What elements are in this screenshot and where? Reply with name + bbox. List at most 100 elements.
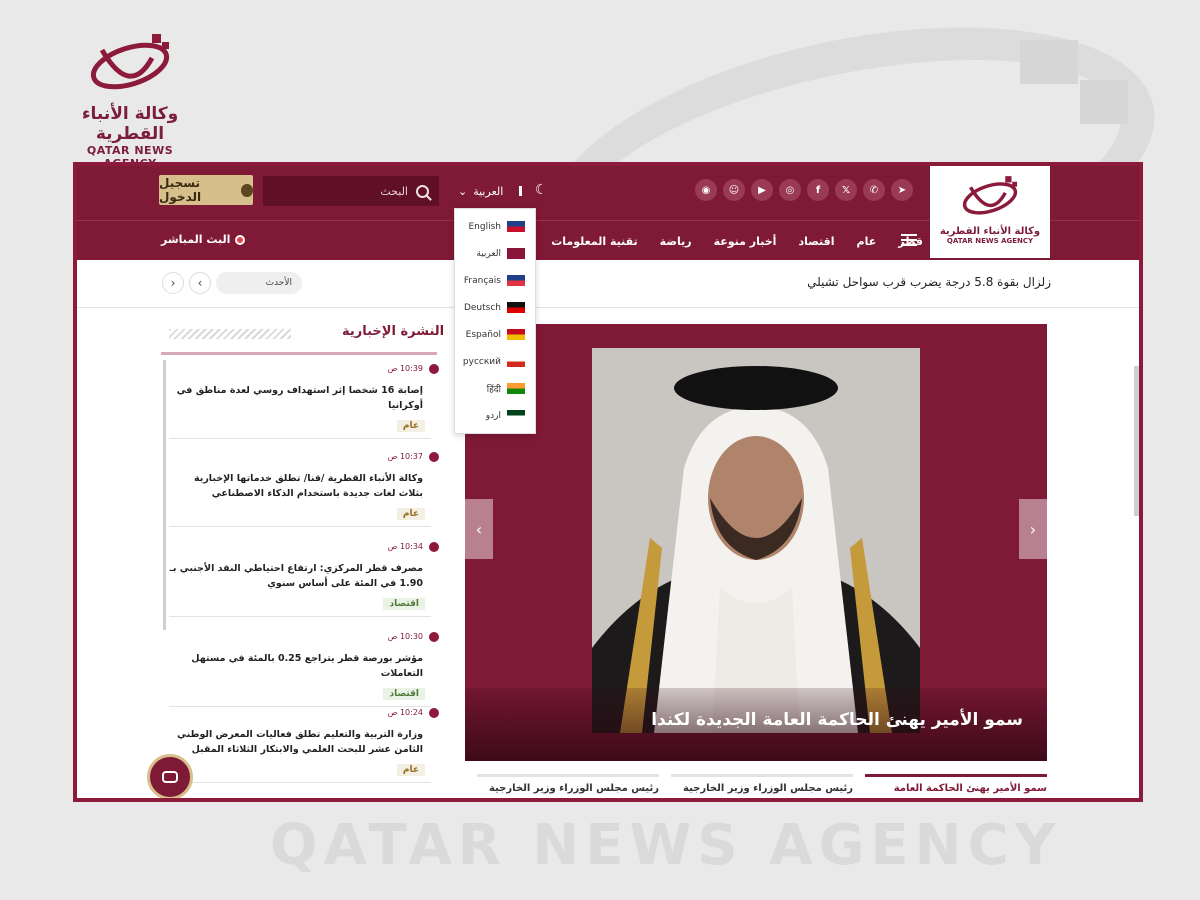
nav-item[interactable]: اقتصاد	[798, 235, 834, 248]
language-option-label: Français	[463, 275, 501, 286]
language-option[interactable]: Español	[455, 321, 535, 348]
flag-icon	[507, 329, 525, 340]
language-option[interactable]: اردو	[455, 402, 535, 429]
language-option[interactable]: Deutsch	[455, 294, 535, 321]
feed-separator	[169, 526, 431, 527]
language-option-label: اردو	[485, 410, 501, 421]
feed-item[interactable]: 10:24 ص وزارة التربية والتعليم تطلق فعالي…	[169, 708, 439, 783]
nav-item[interactable]: تقنية المعلومات	[551, 235, 637, 248]
ticker-prev-button[interactable]: ‹	[189, 272, 211, 294]
hero-caption[interactable]: سمو الأمير يهنئ الحاكمة العامة الجديدة ل…	[651, 710, 1023, 730]
ticker-next-button[interactable]: ›	[162, 272, 184, 294]
language-option[interactable]: हिंदी	[455, 375, 535, 402]
language-option[interactable]: العربية	[455, 240, 535, 267]
login-button[interactable]: تسجيل الدخول	[159, 175, 253, 205]
flag-icon	[507, 248, 525, 259]
agency-name-arabic: وكالة الأنباء القطرية	[81, 104, 179, 144]
rss-icon[interactable]: ◉	[695, 179, 717, 201]
feed-item-headline[interactable]: إصابة 16 شخصا إثر استهداف روسي لعدة مناط…	[169, 383, 423, 413]
language-option[interactable]: русский	[455, 348, 535, 375]
feed-item[interactable]: 10:37 ص وكالة الأنباء القطرية /قنا/ تطلق …	[169, 452, 439, 527]
timeline-dot	[429, 452, 439, 462]
language-dropdown: English العربية Français Deutsch Español русс…	[454, 208, 536, 434]
hero-next-button[interactable]: ›	[1019, 499, 1047, 559]
live-dot-icon	[235, 234, 246, 245]
category-badge[interactable]: عام	[396, 764, 425, 776]
portrait-image	[592, 348, 920, 733]
feed-item[interactable]: 10:34 ص مصرف قطر المركزي: ارتفاع احتياطي …	[169, 542, 439, 617]
language-option-label: русский	[462, 356, 501, 367]
snapchat-icon[interactable]: ☺	[723, 179, 745, 201]
qna-emblem-icon	[962, 176, 1018, 215]
facebook-icon[interactable]: f	[807, 179, 829, 201]
feed-item-time: 10:30 ص	[387, 632, 423, 641]
chat-button[interactable]	[147, 754, 193, 798]
story-tab[interactable]: رئيس مجلس الوزراء وزير الخارجية	[477, 774, 659, 798]
language-selector[interactable]: ⌄ العربية	[458, 178, 523, 204]
language-divider	[519, 186, 523, 196]
feed-item-headline[interactable]: وكالة الأنباء القطرية /قنا/ تطلق خدماتها…	[169, 471, 423, 501]
live-stream-button[interactable]: البث المباشر	[161, 233, 246, 246]
category-badge[interactable]: اقتصاد	[383, 598, 425, 610]
qna-emblem-icon	[90, 34, 170, 90]
flag-icon	[507, 302, 525, 313]
flag-icon	[507, 383, 525, 394]
feed-item[interactable]: 10:39 ص إصابة 16 شخصا إثر استهداف روسي لع…	[169, 364, 439, 439]
language-current: العربية	[473, 184, 504, 198]
background-square	[1020, 40, 1078, 84]
instagram-icon[interactable]: ◎	[779, 179, 801, 201]
site-logo-arabic: وكالة الأنباء القطرية	[939, 226, 1041, 237]
story-tab[interactable]: سمو الأمير يهنئ الحاكمة العامة	[865, 774, 1047, 798]
ticker-headline[interactable]: زلزال بقوة 5.8 درجة يضرب قرب سواحل تشيلي	[807, 275, 1051, 289]
feed-item[interactable]: 10:30 ص مؤشر بورصة قطر يتراجع 0.25 بالمئة…	[169, 632, 439, 707]
language-option[interactable]: English	[455, 213, 535, 240]
chevron-down-icon: ⌄	[458, 184, 468, 198]
latest-filter[interactable]: الأحدث	[216, 272, 302, 294]
timeline-dot	[429, 542, 439, 552]
feed-item-headline[interactable]: وزارة التربية والتعليم تطلق فعاليات المع…	[169, 727, 423, 757]
moon-icon[interactable]: ☾	[535, 182, 551, 198]
language-option-label: हिंदी	[486, 385, 501, 395]
whatsapp-icon[interactable]: ✆	[863, 179, 885, 201]
language-option[interactable]: Français	[455, 267, 535, 294]
hero-photo	[592, 348, 920, 733]
category-badge[interactable]: عام	[396, 508, 425, 520]
feed-item-headline[interactable]: مصرف قطر المركزي: ارتفاع احتياطي النقد ا…	[169, 561, 423, 591]
telegram-icon[interactable]: ➤	[891, 179, 913, 201]
category-badge[interactable]: عام	[396, 420, 425, 432]
flag-icon	[507, 275, 525, 286]
language-option-label: English	[468, 221, 502, 232]
story-tab[interactable]: رئيس مجلس الوزراء وزير الخارجية	[671, 774, 853, 798]
story-tabs: سمو الأمير يهنئ الحاكمة العامة رئيس مجلس …	[477, 774, 1047, 798]
feed-separator	[169, 438, 431, 439]
category-badge[interactable]: اقتصاد	[383, 688, 425, 700]
scrollbar[interactable]	[1134, 366, 1139, 516]
language-option-label: Español	[465, 329, 501, 340]
feed-item-headline[interactable]: مؤشر بورصة قطر يتراجع 0.25 بالمئة في مست…	[169, 651, 423, 681]
hero-prev-button[interactable]: ‹	[465, 499, 493, 559]
site-logo-english: QATAR NEWS AGENCY	[946, 237, 1034, 245]
nav-item[interactable]: عام	[857, 235, 877, 248]
hamburger-menu-icon[interactable]	[901, 234, 917, 246]
login-label: تسجيل الدخول	[159, 176, 202, 204]
hero-slider[interactable]: سمو الأمير يهنئ الحاكمة العامة الجديدة ل…	[465, 324, 1047, 761]
site-logo[interactable]: وكالة الأنباء القطرية QATAR NEWS AGENCY	[930, 166, 1050, 258]
feed-separator	[169, 782, 431, 783]
search-box[interactable]	[263, 176, 439, 206]
chat-bubble-icon	[162, 771, 178, 783]
nav-item[interactable]: أخبار منوعة	[714, 235, 777, 248]
search-icon[interactable]	[416, 184, 429, 198]
youtube-icon[interactable]: ▶	[751, 179, 773, 201]
feed-item-time: 10:34 ص	[387, 542, 423, 551]
feed-separator	[169, 616, 431, 617]
x-icon[interactable]: 𝕏	[835, 179, 857, 201]
nav-item[interactable]: رياضة	[660, 235, 692, 248]
language-option-label: العربية	[476, 248, 501, 259]
flag-icon	[507, 356, 525, 367]
feed-divider	[161, 352, 437, 355]
social-links: ◉ ☺ ▶ ◎ f 𝕏 ✆ ➤	[695, 179, 913, 201]
search-input[interactable]	[288, 184, 408, 198]
feed-item-time: 10:24 ص	[387, 708, 423, 717]
live-stream-label: البث المباشر	[161, 233, 231, 246]
feed-title-decoration	[169, 329, 291, 339]
